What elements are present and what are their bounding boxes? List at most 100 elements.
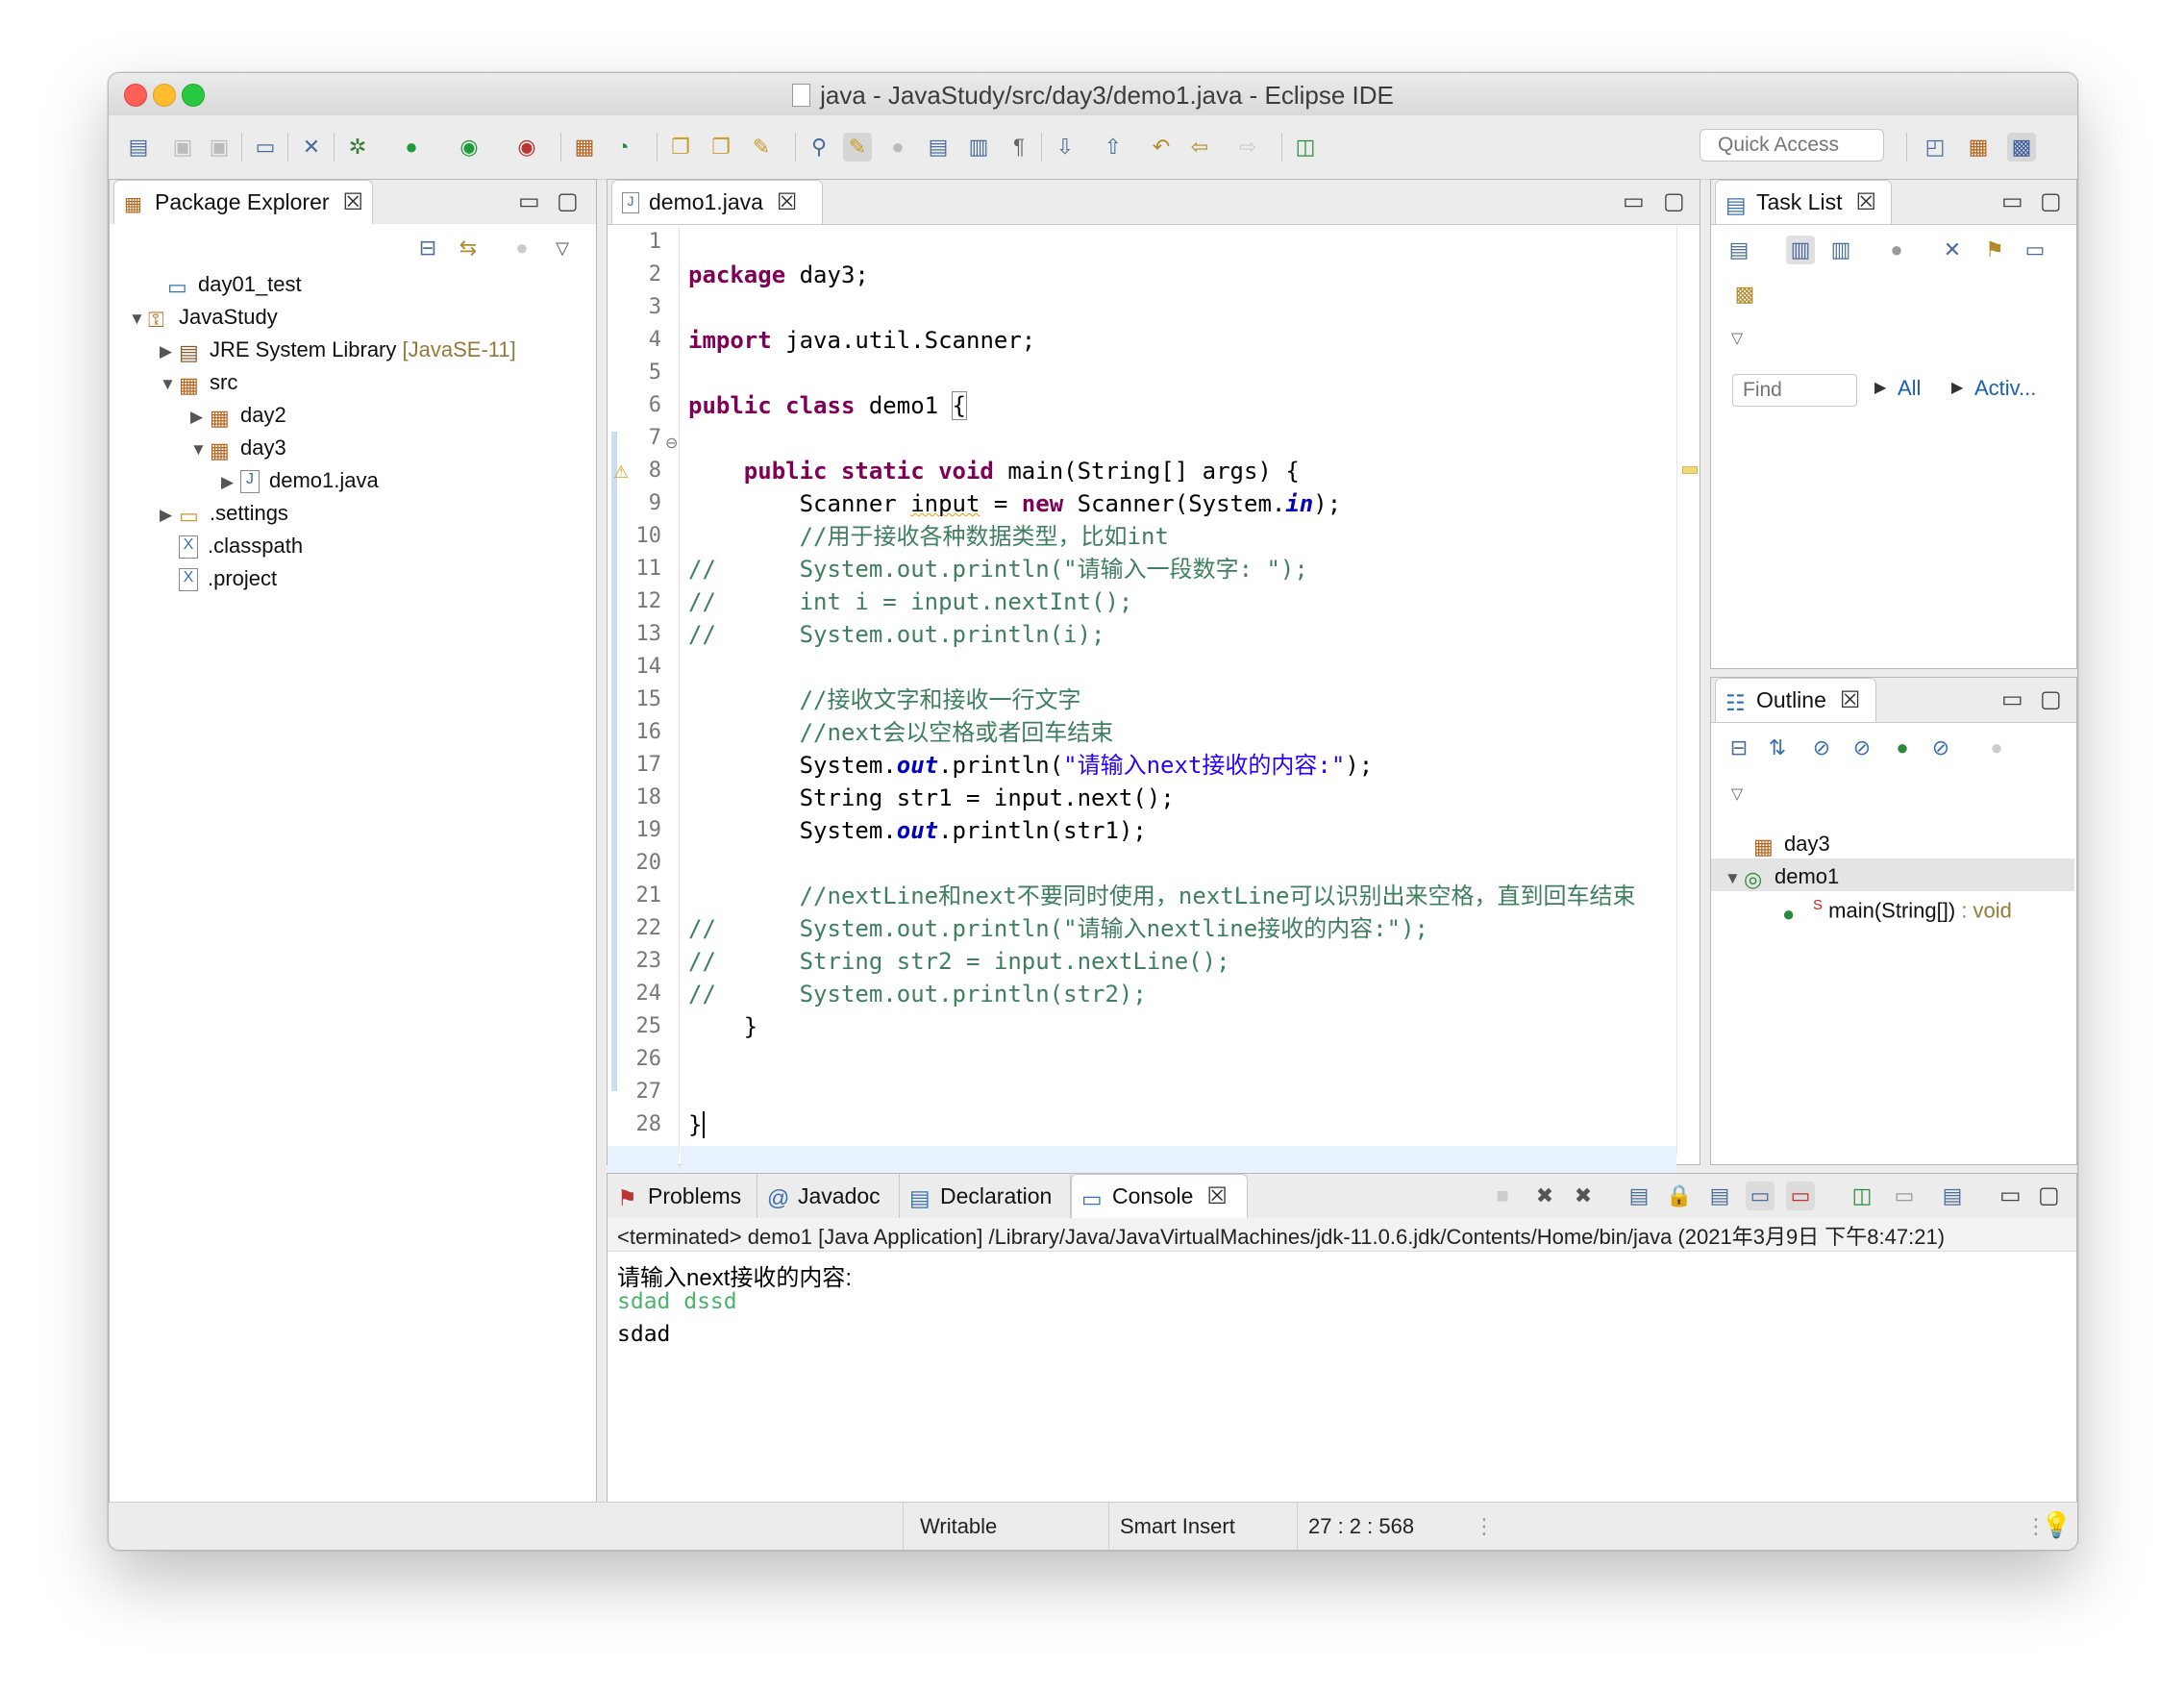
tree-item-settings[interactable]: ▶▭.settings xyxy=(160,501,288,526)
tree-item-demo1-java[interactable]: ▶Jdemo1.java xyxy=(221,468,379,493)
tree-item-day01-test[interactable]: ▭day01_test xyxy=(148,272,302,297)
close-icon[interactable]: ☒ xyxy=(1840,686,1861,714)
close-icon[interactable]: ☒ xyxy=(343,188,364,216)
fold-icon[interactable]: ⊖ xyxy=(665,434,678,453)
expanded-triangle-icon[interactable]: ▼ xyxy=(1725,869,1744,888)
show-on-stderr-icon[interactable]: ▭ xyxy=(1786,1182,1815,1210)
new-java-package-icon[interactable]: ▦ xyxy=(570,133,599,162)
tree-item-classpath[interactable]: X.classpath xyxy=(160,534,303,559)
collapsed-triangle-icon[interactable]: ▶ xyxy=(221,473,240,492)
warning-overview-marker[interactable] xyxy=(1682,466,1698,474)
tab-demo1-java[interactable]: J demo1.java ☒ xyxy=(611,180,823,224)
view-menu-icon[interactable]: ▭ xyxy=(2021,236,2049,264)
categorized-icon[interactable]: ▥ xyxy=(1786,236,1815,264)
tree-item-project[interactable]: X.project xyxy=(160,566,277,591)
new-wizard-icon[interactable]: ▤ xyxy=(124,133,153,162)
focus-workweek-icon[interactable]: ● xyxy=(1882,236,1911,264)
external-tools-icon[interactable]: ◉ xyxy=(512,133,541,162)
pilcrow-icon[interactable]: ¶ xyxy=(1005,133,1033,162)
terminate-icon[interactable]: ■ xyxy=(1488,1182,1517,1210)
maximize-icon[interactable]: ▢ xyxy=(2040,187,2062,215)
collapsed-triangle-icon[interactable]: ▶ xyxy=(160,342,179,361)
hide-nonpublic-icon[interactable]: ● xyxy=(1888,734,1917,762)
quick-access-input[interactable] xyxy=(1700,129,1884,162)
expanded-triangle-icon[interactable]: ▼ xyxy=(160,375,179,394)
task-activate-link[interactable]: Activ... xyxy=(1974,376,2036,401)
minimize-icon[interactable]: ▭ xyxy=(518,187,540,215)
focus-icon[interactable]: ● xyxy=(508,234,536,262)
collapse-all-icon[interactable]: ⊟ xyxy=(413,234,442,262)
maximize-icon[interactable]: ▢ xyxy=(2040,685,2062,713)
search-icon[interactable]: ✎ xyxy=(747,133,776,162)
back-icon[interactable]: ⇦ xyxy=(1185,133,1214,162)
outline-item-demo1[interactable]: ▼◎demo1 xyxy=(1725,864,1839,889)
word-wrap-icon[interactable]: ▤ xyxy=(1705,1182,1734,1210)
focus-icon[interactable]: ● xyxy=(1982,734,2011,762)
scroll-lock-icon[interactable]: 🔒 xyxy=(1665,1182,1694,1210)
close-icon[interactable]: ☒ xyxy=(1206,1182,1228,1210)
tab-problems[interactable]: ⚑Problems xyxy=(608,1174,757,1218)
pin-editor-icon[interactable]: ◫ xyxy=(1291,133,1320,162)
toggle-block-icon[interactable]: ● xyxy=(883,133,912,162)
open-task-icon[interactable]: ❐ xyxy=(707,133,735,162)
skip-breakpoints-icon[interactable]: ✕ xyxy=(297,133,326,162)
outline-item-day3[interactable]: ▦day3 xyxy=(1753,832,1830,857)
expanded-triangle-icon[interactable]: ▼ xyxy=(129,310,148,329)
tab-task-list[interactable]: ▤ Task List ☒ xyxy=(1715,180,1892,224)
show-ruler-icon[interactable]: ▥ xyxy=(964,133,993,162)
java-ee-perspective-icon[interactable]: ▦ xyxy=(1964,133,1993,162)
hide-local-types-icon[interactable]: ⊘ xyxy=(1926,734,1955,762)
tree-item-day3[interactable]: ▼▦day3 xyxy=(190,435,286,460)
previous-annotation-icon[interactable]: ⇧ xyxy=(1099,133,1128,162)
new-java-class-icon[interactable]: ◔ xyxy=(608,133,637,162)
outline-item-main[interactable]: ●S main(String[]) : void xyxy=(1782,897,2012,923)
minimize-icon[interactable]: ▭ xyxy=(1999,1182,2022,1209)
collapse-all-icon[interactable]: ⊟ xyxy=(1725,734,1753,762)
remove-all-terminated-icon[interactable]: ✖ xyxy=(1569,1182,1598,1210)
clear-console-icon[interactable]: ▤ xyxy=(1625,1182,1653,1210)
view-menu-icon[interactable]: ▽ xyxy=(548,234,577,262)
maximize-icon[interactable]: ▢ xyxy=(557,187,579,215)
run-icon[interactable]: ● xyxy=(397,133,426,162)
tree-item-day2[interactable]: ▶▦day2 xyxy=(190,403,286,428)
open-type-icon[interactable]: ❐ xyxy=(666,133,695,162)
scheduled-icon[interactable]: ▥ xyxy=(1826,236,1855,264)
show-on-stdout-icon[interactable]: ▭ xyxy=(1746,1182,1774,1210)
hide-static-icon[interactable]: ⊘ xyxy=(1848,734,1876,762)
coverage-icon[interactable]: ◉ xyxy=(455,133,484,162)
tree-item-src[interactable]: ▼▦src xyxy=(160,370,237,395)
lightbulb-icon[interactable]: 💡 xyxy=(2041,1510,2072,1540)
expanded-triangle-icon[interactable]: ▼ xyxy=(190,440,210,460)
open-perspective-icon[interactable]: ◰ xyxy=(1921,133,1949,162)
chevron-down-icon[interactable]: ▽ xyxy=(1723,780,1751,809)
last-edit-location-icon[interactable]: ↶ xyxy=(1147,133,1176,162)
task-find-input[interactable] xyxy=(1732,374,1857,407)
tab-javadoc[interactable]: @Javadoc xyxy=(757,1174,900,1218)
repository-icon[interactable]: ▩ xyxy=(1730,280,1759,309)
toggle-mark-occurrences-icon[interactable]: ⚲ xyxy=(805,133,833,162)
minimize-icon[interactable]: ▭ xyxy=(2001,685,2023,713)
close-icon[interactable]: ☒ xyxy=(1855,188,1876,216)
collapsed-triangle-icon[interactable]: ▶ xyxy=(160,506,179,525)
show-whitespace-icon[interactable]: ▤ xyxy=(924,133,953,162)
tab-package-explorer[interactable]: ▦ Package Explorer ☒ xyxy=(113,180,373,224)
debug-icon[interactable]: ✲ xyxy=(343,133,372,162)
next-annotation-icon[interactable]: ⇩ xyxy=(1051,133,1080,162)
remove-launch-icon[interactable]: ✖ xyxy=(1530,1182,1559,1210)
tree-item-javastudy[interactable]: ▼⚿JavaStudy xyxy=(129,305,278,330)
tab-console[interactable]: ▭Console☒ xyxy=(1071,1174,1248,1218)
forward-icon[interactable]: ⇨ xyxy=(1233,133,1262,162)
new-task-icon[interactable]: ▤ xyxy=(1725,236,1753,264)
save-icon[interactable]: ▣ xyxy=(168,133,197,162)
tab-outline[interactable]: ☷ Outline ☒ xyxy=(1715,678,1876,722)
open-console-icon[interactable]: ▤ xyxy=(1938,1182,1967,1210)
display-console-icon[interactable]: ▭ xyxy=(1890,1182,1919,1210)
maximize-icon[interactable]: ▢ xyxy=(1663,187,1685,215)
close-icon[interactable]: ☒ xyxy=(777,188,798,216)
minimize-icon[interactable]: ▭ xyxy=(2001,187,2023,215)
open-console-icon[interactable]: ▭ xyxy=(251,133,280,162)
task-filter-all-link[interactable]: All xyxy=(1898,376,1921,401)
synchronize-icon[interactable]: ⚑ xyxy=(1980,236,2009,264)
sort-icon[interactable]: ⇅ xyxy=(1763,734,1792,762)
tab-declaration[interactable]: ▤Declaration xyxy=(900,1174,1071,1218)
